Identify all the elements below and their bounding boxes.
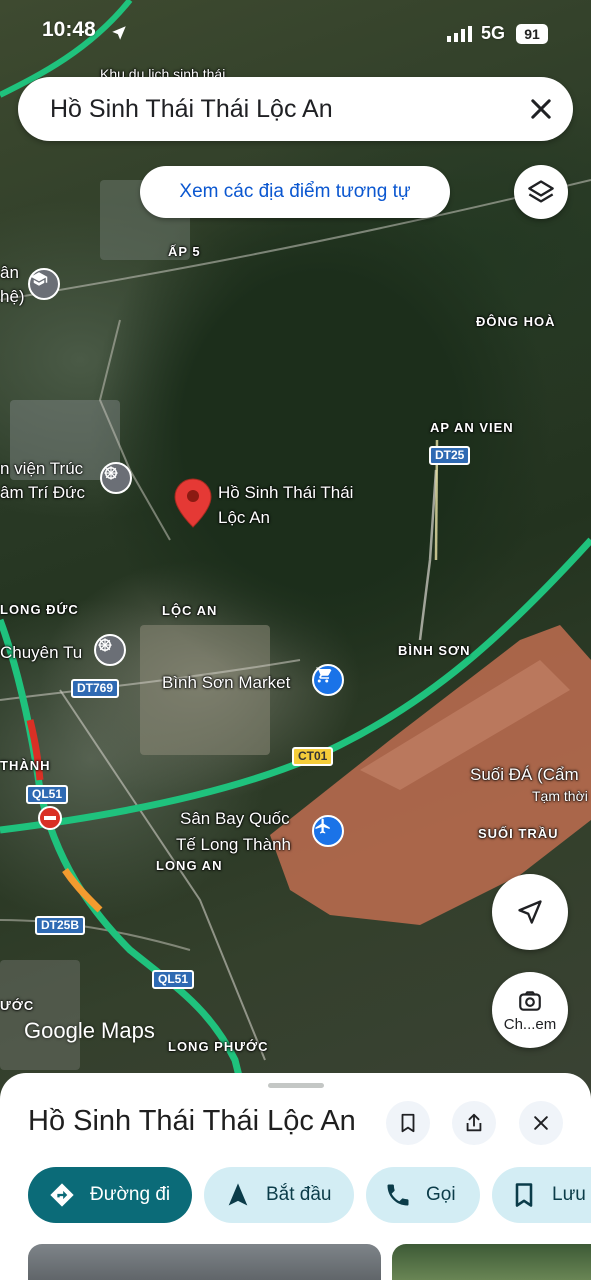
area-label-uoc: ƯỚC: [0, 998, 35, 1013]
road-shield-ql51-bottom: QL51: [152, 970, 195, 989]
layers-icon: [528, 180, 554, 203]
area-label-long-duc: LONG ĐỨC: [0, 602, 79, 617]
phone-icon: [387, 1184, 409, 1206]
place-title: Hồ Sinh Thái Thái Lộc An: [28, 1105, 356, 1137]
airport-poi[interactable]: [312, 815, 344, 847]
camera-icon: [519, 990, 541, 1011]
place-photo-2[interactable]: [392, 1244, 591, 1280]
place-label-binh-son-market[interactable]: Bình Sơn Market: [162, 670, 290, 695]
traffic-orange-segment: [62, 868, 103, 913]
pin-label-line2[interactable]: Lộc An: [218, 505, 270, 530]
road-shield-dt25: DT25: [429, 446, 471, 465]
area-label-loc-an: LỘC AN: [162, 603, 218, 618]
close-sheet-button[interactable]: [519, 1101, 563, 1145]
directions-icon: [50, 1183, 74, 1207]
directions-button[interactable]: Đường đi: [28, 1167, 192, 1223]
minor-road: [0, 919, 191, 951]
area-label-ap-an-vien: AP AN VIEN: [430, 420, 514, 435]
navigation-arrow-icon: [228, 1183, 248, 1206]
shopping-poi[interactable]: [312, 664, 344, 696]
street-view-label: Ch...em: [503, 1015, 557, 1033]
status-time: 10:48: [42, 18, 96, 41]
school-poi[interactable]: [28, 268, 60, 300]
airplane-icon: [315, 818, 330, 834]
search-query[interactable]: Hồ Sinh Thái Thái Lộc An: [50, 95, 333, 124]
my-location-button[interactable]: [492, 874, 568, 950]
urban-patch: [0, 960, 80, 1070]
place-label-an-partial[interactable]: ân: [0, 260, 19, 285]
google-maps-logo: Google Maps: [24, 1018, 155, 1043]
area-label-ap5: ẤP 5: [168, 244, 201, 259]
road-shield-dt25b: DT25B: [35, 916, 86, 935]
share-button[interactable]: [452, 1101, 496, 1145]
directions-label: Đường đi: [90, 1184, 171, 1205]
save-button[interactable]: Lưu: [492, 1167, 591, 1223]
place-label-vien-truc-2[interactable]: âm Trí Đức: [0, 480, 85, 505]
navigation-icon: [518, 900, 542, 924]
search-bar[interactable]: Hồ Sinh Thái Thái Lộc An: [18, 77, 573, 141]
save-label: Lưu: [552, 1184, 586, 1205]
location-pin-icon[interactable]: [174, 478, 212, 528]
place-label-vien-truc-1[interactable]: n viện Trúc: [0, 456, 83, 481]
dharma-wheel-icon: [98, 638, 112, 652]
street-view-button[interactable]: Ch...em: [492, 972, 568, 1048]
temple-poi[interactable]: [100, 462, 132, 494]
temple-poi-2[interactable]: [94, 634, 126, 666]
school-icon: [30, 272, 48, 286]
close-icon: [534, 1116, 548, 1130]
similar-places-button[interactable]: Xem các địa điểm tương tự: [140, 166, 450, 218]
place-label-chuyen-tu[interactable]: Chuyên Tu: [0, 640, 82, 665]
call-button[interactable]: Gọi: [366, 1167, 480, 1223]
call-label: Gọi: [426, 1184, 456, 1205]
area-label-long-an: LONG AN: [156, 858, 223, 873]
battery-level: 91: [524, 26, 540, 42]
share-icon: [466, 1113, 482, 1132]
place-label-suoi-da[interactable]: Suối ĐÁ (Cẩm: [470, 762, 579, 787]
dharma-wheel-icon: [104, 466, 118, 480]
place-label-tam-thoi: Tạm thời: [532, 788, 588, 804]
save-icon-button[interactable]: [386, 1101, 430, 1145]
location-arrow-icon: [112, 26, 126, 40]
signal-icon: [447, 26, 472, 42]
airport-label-line1[interactable]: Sân Bay Quốc: [180, 806, 290, 831]
start-button[interactable]: Bắt đầu: [204, 1167, 354, 1223]
bookmark-icon: [515, 1183, 533, 1207]
close-icon[interactable]: [527, 95, 555, 123]
layers-button[interactable]: [514, 165, 568, 219]
minor-road: [418, 469, 438, 641]
start-label: Bắt đầu: [266, 1184, 332, 1205]
shopping-cart-icon: [316, 667, 332, 683]
bookmark-icon: [401, 1113, 415, 1133]
place-label-he-partial[interactable]: hệ): [0, 284, 25, 309]
area-label-long-phuoc: LONG PHƯỚC: [168, 1039, 269, 1054]
road-shield-dt769: DT769: [71, 679, 120, 698]
area-label-binh-son: BÌNH SƠN: [398, 643, 471, 658]
road-shield-ql51-top: QL51: [26, 785, 69, 804]
road-shield-ct01: CT01: [292, 747, 334, 766]
area-label-dong-hoa: ĐÔNG HOÀ: [476, 314, 556, 329]
area-label-thanh: THÀNH: [0, 758, 51, 773]
airport-label-line2[interactable]: Tế Long Thành: [176, 832, 291, 857]
place-sheet[interactable]: Hồ Sinh Thái Thái Lộc An Đường đi Bắt đầ…: [0, 1073, 591, 1280]
no-entry-icon: [38, 806, 62, 830]
pin-label-line1[interactable]: Hồ Sinh Thái Thái: [218, 480, 353, 505]
area-label-suoi-trau: SUỐI TRẦU: [478, 826, 559, 841]
place-photo-1[interactable]: [28, 1244, 381, 1280]
sheet-drag-handle[interactable]: [268, 1083, 324, 1088]
battery-icon: 91: [516, 24, 548, 44]
status-network: 5G: [481, 23, 506, 43]
